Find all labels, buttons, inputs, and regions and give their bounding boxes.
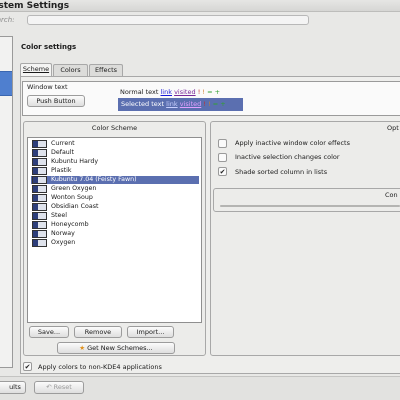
inactive-selection-checkbox[interactable] (218, 153, 227, 162)
scheme-item-label: Kubuntu 7.04 (Feisty Fawn) (51, 176, 137, 183)
normal-text: Normal text (120, 88, 159, 96)
scheme-item[interactable]: Current (31, 140, 199, 148)
push-button-label: Push Button (36, 97, 76, 105)
normal-active: = (207, 88, 213, 96)
tab-effects-label: Effects (94, 66, 118, 74)
save-scheme-label: Save... (37, 328, 61, 336)
scheme-item[interactable]: Steel (31, 212, 199, 220)
defaults-button[interactable]: ults (0, 381, 26, 394)
normal-neutral: ! (202, 88, 205, 96)
defaults-label: ults (9, 383, 21, 391)
tab-effects[interactable]: Effects (89, 64, 123, 76)
scheme-item-label: Wonton Soup (51, 194, 93, 201)
window-title: System Settings (0, 1, 70, 11)
selected-visited[interactable]: visited (180, 100, 202, 108)
apply-non-kde-checkbox[interactable]: ✔ (23, 362, 32, 371)
checkmark-icon: ✔ (219, 168, 226, 176)
scheme-swatch-icon (32, 239, 47, 247)
inactive-window-effects-checkbox[interactable] (218, 139, 227, 148)
inactive-window-effects-label: Apply inactive window color effects (235, 139, 350, 147)
scheme-list[interactable]: Current Default Kubuntu Hardy Plastik Ku… (27, 137, 202, 323)
contrast-title: Con (385, 191, 398, 199)
shade-sorted-column-label: Shade sorted column in lists (235, 168, 328, 176)
tab-colors-label: Colors (60, 66, 81, 74)
shade-sorted-column-checkbox[interactable]: ✔ (218, 167, 227, 176)
contrast-group (213, 188, 400, 212)
reset-button[interactable]: ↶ Reset (34, 381, 84, 394)
scheme-item-label: Steel (51, 212, 67, 219)
scheme-item[interactable]: Default (31, 149, 199, 157)
selected-neutral: ! (208, 100, 211, 108)
reset-label: Reset (53, 383, 72, 391)
normal-link[interactable]: link (161, 88, 173, 96)
normal-visited[interactable]: visited (174, 88, 196, 96)
scheme-item[interactable]: Plastik (31, 167, 199, 175)
window-text-label: Window text (27, 83, 68, 91)
scheme-swatch-icon (32, 176, 47, 184)
color-scheme-title: Color Scheme (91, 124, 138, 132)
scheme-item-label: Honeycomb (51, 221, 89, 228)
scheme-item[interactable]: Norway (31, 230, 199, 238)
search-label: Search: (0, 16, 15, 24)
scheme-item-selected[interactable]: Kubuntu 7.04 (Feisty Fawn) (31, 176, 199, 184)
normal-positive: + (214, 88, 221, 96)
scheme-swatch-icon (32, 149, 47, 157)
scheme-item-label: Default (51, 149, 75, 156)
scheme-swatch-icon (32, 194, 47, 202)
scheme-swatch-icon (32, 203, 47, 211)
search-input[interactable] (27, 15, 309, 25)
selected-text: Selected text (121, 100, 165, 108)
get-new-schemes-button[interactable]: ★ Get New Schemes... (57, 342, 175, 354)
selected-positive: + (220, 100, 226, 108)
push-button-preview[interactable]: Push Button (27, 95, 85, 107)
scheme-item-label: Green Oxygen (51, 185, 97, 192)
scheme-item[interactable]: Oxygen (31, 239, 199, 247)
scheme-item[interactable]: Kubuntu Hardy (31, 158, 199, 166)
tab-scheme[interactable]: Scheme (20, 63, 52, 76)
scheme-swatch-icon (32, 221, 47, 229)
import-scheme-button[interactable]: Import... (127, 326, 174, 338)
scheme-item-label: Kubuntu Hardy (51, 158, 99, 165)
scheme-swatch-icon (32, 185, 47, 193)
sidebar-selected-item[interactable] (0, 71, 12, 96)
checkmark-icon: ✔ (24, 363, 31, 371)
scheme-item[interactable]: Wonton Soup (31, 194, 199, 202)
options-title: Opt (387, 124, 399, 132)
inactive-selection-label: Inactive selection changes color (235, 153, 340, 161)
scheme-item[interactable]: Green Oxygen (31, 185, 199, 193)
scheme-item-label: Plastik (51, 167, 72, 174)
scheme-item-label: Norway (51, 230, 75, 237)
section-title: Color settings (21, 43, 77, 51)
import-scheme-label: Import... (136, 328, 165, 336)
scheme-swatch-icon (32, 230, 47, 238)
selected-link[interactable]: link (166, 100, 178, 108)
scheme-swatch-icon (32, 140, 47, 148)
tab-colors[interactable]: Colors (53, 64, 88, 76)
contrast-slider[interactable] (220, 205, 400, 207)
scheme-item[interactable]: Obsidian Coast (31, 203, 199, 211)
reset-icon: ↶ (46, 383, 52, 391)
normal-negative: ! (197, 88, 201, 96)
selected-active: = (212, 100, 219, 108)
scheme-item-label: Oxygen (51, 239, 76, 246)
scheme-swatch-icon (32, 158, 47, 166)
get-new-schemes-label: Get New Schemes... (87, 344, 153, 352)
selected-text-row: Selected text link visited ! ! = + (118, 98, 243, 111)
scheme-item[interactable]: Honeycomb (31, 221, 199, 229)
remove-scheme-label: Remove (84, 328, 112, 336)
scheme-item-label: Obsidian Coast (51, 203, 99, 210)
selected-negative: ! (203, 100, 206, 108)
scheme-swatch-icon (32, 167, 47, 175)
scheme-item-label: Current (51, 140, 75, 147)
remove-scheme-button[interactable]: Remove (74, 326, 122, 338)
tab-scheme-label: Scheme (22, 65, 50, 73)
apply-non-kde-label: Apply colors to non-KDE4 applications (38, 363, 162, 371)
save-scheme-button[interactable]: Save... (29, 326, 69, 338)
normal-text-row: Normal text link visited ! ! = + (120, 88, 220, 96)
scheme-swatch-icon (32, 212, 47, 220)
get-new-star-icon: ★ (79, 344, 86, 352)
